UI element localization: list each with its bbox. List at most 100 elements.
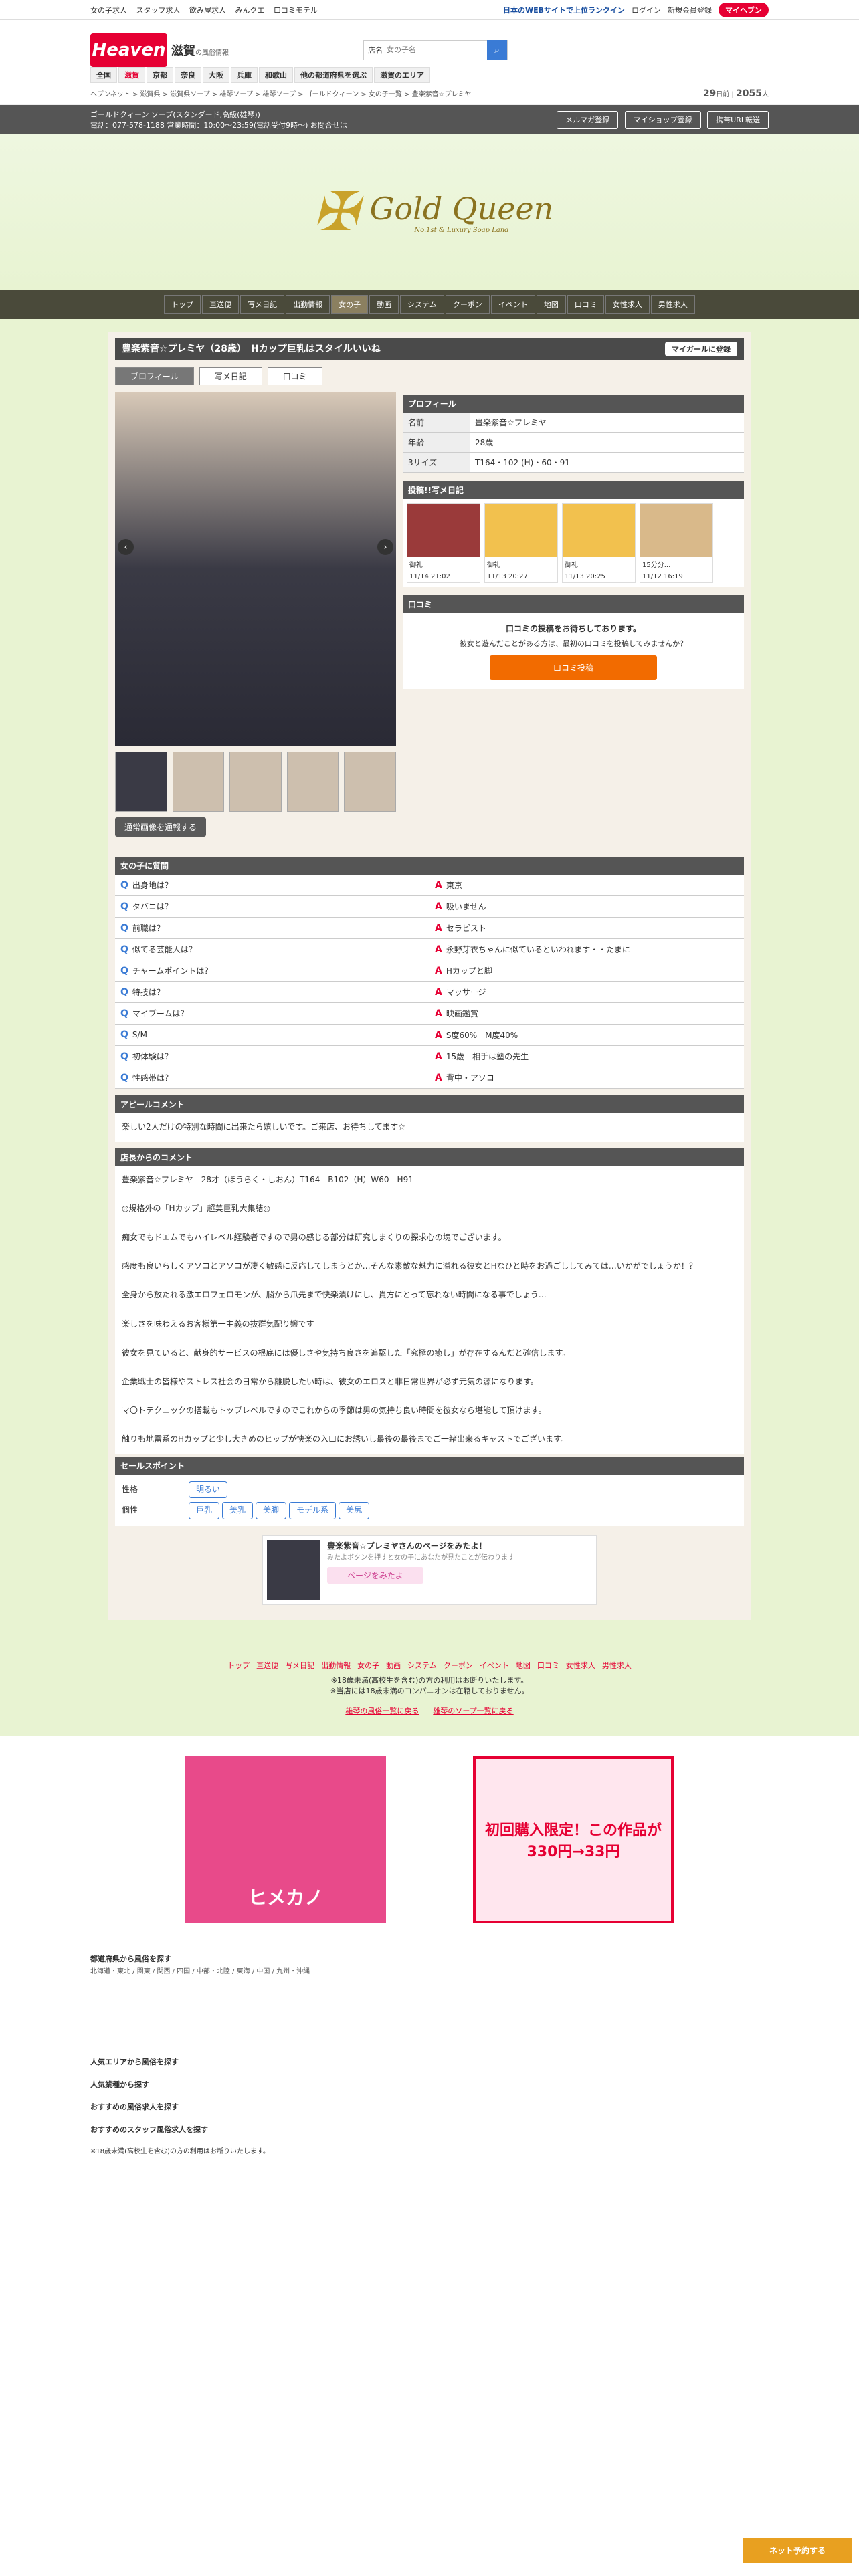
top-link[interactable]: スタッフ求人 [136,6,181,15]
counts: 29日前 | 2055人 [702,88,769,99]
ad-banner[interactable]: ヒメカノ [185,1756,386,1924]
footer-note: ※18歳未満(高校生を含む)の方の利用はお断りいたします。 [90,2148,270,2156]
shopnav-item[interactable]: 女の子 [331,295,369,314]
bottom-nav-link[interactable]: 写メ日記 [285,1661,314,1670]
bottom-nav-link[interactable]: 女の子 [357,1661,379,1670]
back-link[interactable]: 雄琴のソープ一覧に戻る [433,1707,513,1715]
breadcrumb-text[interactable]: ヘブンネット > 滋賀県 > 滋賀県ソープ > 雄琴ソープ > 雄琴ソープ > … [90,88,472,99]
footer-heading: おすすめのスタッフ風俗求人を探す [90,2125,208,2135]
nav-tab[interactable]: 大阪 [203,67,229,83]
shop-bar: ゴールドクィーン ソープ(スタンダード,高級(雄琴)) 電話：077-578-11… [0,105,859,134]
thumb[interactable] [229,752,282,812]
review-post-button[interactable]: 口コミ投稿 [490,655,657,680]
profile-row: 名前 豊楽紫音☆プレミヤ [403,413,744,433]
mailmag-button[interactable]: メルマガ登録 [557,111,619,129]
search-button[interactable]: ⌕ [487,40,507,60]
shopnav-item[interactable]: 女性求人 [605,295,650,314]
nav-tab[interactable]: 兵庫 [231,67,258,83]
photo-thumbs [115,752,396,812]
qa-row: Q チャームポイントは？ A Hカップと脚 [115,960,744,982]
top-link[interactable]: 口コミモテル [274,6,318,15]
next-arrow-icon[interactable]: › [377,539,393,555]
profile-row: 3サイズ T164・102 (H)・60・91 [403,453,744,473]
prev-arrow-icon[interactable]: ‹ [118,539,134,555]
site-logo[interactable]: Heaven [90,33,167,67]
bottom-nav-link[interactable]: 動画 [386,1661,401,1670]
search-icon: ⌕ [494,45,500,55]
trait-tag: 明るい [189,1481,228,1499]
region-nav: 全国 滋賀 京都 奈良 大阪 兵庫 和歌山 他の都道府県を選ぶ 滋賀のエリア [0,67,859,83]
shopnav-item[interactable]: イベント [490,295,535,314]
nav-tab[interactable]: 他の都道府県を選ぶ [294,67,373,83]
bottom-nav-link[interactable]: 女性求人 [566,1661,595,1670]
bottom-nav-link[interactable]: 口コミ [537,1661,559,1670]
shop-comment-heading: 店長からのコメント [115,1148,744,1166]
mobile-url-button[interactable]: 携帯URL転送 [707,111,769,129]
bottom-nav-link[interactable]: 地図 [516,1661,531,1670]
shopnav-item[interactable]: 出勤情報 [286,295,330,314]
bottom-nav-link[interactable]: トップ [227,1661,250,1670]
back-link[interactable]: 雄琴の風俗一覧に戻る [345,1707,419,1715]
girl-titlebar: 豊楽紫音☆プレミヤ（28歳） Hカップ巨乳はスタイルいいね マイガールに登録 [115,338,744,360]
nav-tab[interactable]: 和歌山 [259,67,293,83]
net-reserve-button[interactable]: ネット予約する [742,2538,852,2563]
thumb[interactable] [115,752,167,812]
search-input[interactable] [387,41,487,60]
nav-tab[interactable]: 滋賀のエリア [374,67,430,83]
tab-diary[interactable]: 写メ日記 [199,367,262,385]
tab-review[interactable]: 口コミ [267,367,322,385]
top-link[interactable]: 女の子求人 [90,6,127,15]
qa-row: Q 初体験は？ A 15歳 相手は塾の先生 [115,1046,744,1067]
prefecture-links[interactable]: 北海道・東北 / 関東 / 関西 / 四国 / 中部・北陸 / 東海 / 中国 … [90,1966,769,2046]
shopnav-item[interactable]: 男性求人 [650,295,695,314]
bottom-nav-link[interactable]: 男性求人 [602,1661,632,1670]
thumb[interactable] [172,752,225,812]
shopnav-item[interactable]: トップ [164,295,201,314]
shop-comment: 豊楽紫音☆プレミヤ 28才（ほうらく・しおん）T164 B102（H）W60 H… [115,1166,744,1454]
thumb[interactable] [286,752,339,812]
mitayo-button[interactable]: ページをみたよ [327,1567,423,1584]
trait-tag: 美尻 [339,1502,370,1520]
footer-heading: おすすめの風俗求人を探す [90,2103,179,2112]
diary-card[interactable]: 御礼 11/13 20:25 [562,503,636,583]
bottom-nav-link[interactable]: 出勤情報 [321,1661,351,1670]
myshop-button[interactable]: マイショップ登録 [624,111,701,129]
footer-heading: 人気エリアから風俗を探す [90,2057,179,2066]
nav-tab[interactable]: 京都 [147,67,173,83]
diary-card[interactable]: 15分分... 11/12 16:19 [640,503,713,583]
thumb[interactable] [344,752,396,812]
shopnav-item[interactable]: 地図 [536,295,566,314]
diary-card[interactable]: 御礼 11/13 20:27 [484,503,558,583]
bottom-nav-link[interactable]: システム [407,1661,437,1670]
footer-heading: 都道府県から風俗を探す [90,1955,171,1964]
bottom-nav-link[interactable]: 直送便 [256,1661,278,1670]
shopnav-item[interactable]: クーポン [445,295,490,314]
nav-tab[interactable]: 奈良 [175,67,201,83]
login-link[interactable]: ログイン [632,5,661,15]
bottom-nav-link[interactable]: クーポン [444,1661,473,1670]
nav-tab[interactable]: 全国 [90,67,117,83]
top-link[interactable]: みんクエ [235,6,265,15]
top-links: 女の子求人 スタッフ求人 飲み屋求人 みんクエ 口コミモテル [90,5,324,15]
tab-profile[interactable]: プロフィール [115,367,194,385]
shopnav-item[interactable]: システム [400,295,444,314]
top-link[interactable]: 飲み屋求人 [189,6,226,15]
girl-name: 豊楽紫音☆プレミヤ（28歳） [122,344,242,354]
nav-tab[interactable]: 滋賀 [118,67,145,83]
diary-card[interactable]: 御礼 11/14 21:02 [407,503,480,583]
fav-button[interactable]: マイガールに登録 [665,342,737,356]
mypage-button[interactable]: マイヘブン [719,2,769,17]
shop-logo[interactable]: ✠ Gold Queen No.1st & Luxury Soap Land [306,182,553,242]
qa-row: Q 特技は？ A マッサージ [115,982,744,1003]
register-link[interactable]: 新規会員登録 [668,5,712,15]
ad-banner[interactable]: 初回購入限定！この作品が330円→33円 [473,1756,674,1924]
shopnav-item[interactable]: 動画 [369,295,399,314]
rank-text: 日本のWEBサイトで上位ランクイン [502,5,625,15]
qa-row: Q 前職は？ A セラピスト [115,918,744,939]
shopnav-item[interactable]: 口コミ [567,295,604,314]
shopnav-item[interactable]: 直送便 [202,295,240,314]
report-photo-button[interactable]: 通常画像を通報する [115,817,207,837]
shopnav-item[interactable]: 写メ日記 [240,295,285,314]
girl-catch: Hカップ巨乳はスタイルいいね [251,344,381,354]
bottom-nav-link[interactable]: イベント [480,1661,509,1670]
